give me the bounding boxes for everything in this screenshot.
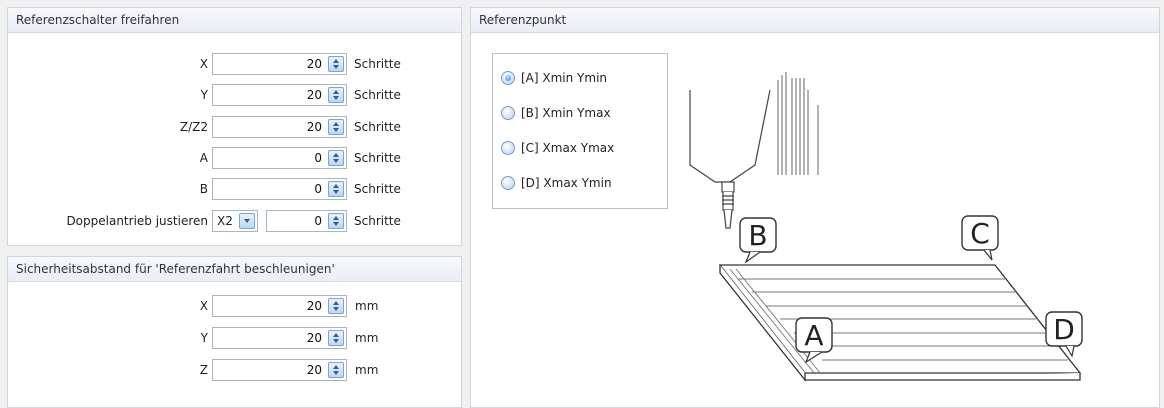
label-a: A xyxy=(199,151,208,165)
unit-mm: mm xyxy=(355,299,379,313)
doppelantrieb-axis-select[interactable]: X2 xyxy=(212,210,258,232)
spin-safety-y-value: 20 xyxy=(306,331,322,345)
reference-point-options: [A] Xmin Ymin [B] Xmin Ymax [C] Xmax Yma… xyxy=(492,53,668,209)
doppelantrieb-axis-value: X2 xyxy=(217,214,233,228)
spin-safety-z-value: 20 xyxy=(306,363,322,377)
unit-mm: mm xyxy=(355,331,379,345)
radio-label-a: [A] Xmin Ymin xyxy=(521,71,608,85)
radio-icon[interactable] xyxy=(501,176,515,190)
spin-a-value: 0 xyxy=(314,151,322,165)
radio-icon[interactable] xyxy=(501,106,515,120)
marker-d-label: D xyxy=(1053,313,1075,346)
machine-illustration: B C A D xyxy=(689,72,1083,382)
spin-updown-icon[interactable] xyxy=(328,298,344,314)
spin-updown-icon[interactable] xyxy=(328,330,344,346)
radio-icon[interactable] xyxy=(501,71,515,85)
spin-y[interactable]: 20 xyxy=(212,84,347,106)
label-z: Z xyxy=(199,363,208,377)
label-z: Z/Z2 xyxy=(179,120,208,134)
label-x: X xyxy=(199,299,208,313)
label-y: Y xyxy=(200,331,208,345)
radio-label-d: [D] Xmax Ymin xyxy=(521,176,612,190)
spin-b[interactable]: 0 xyxy=(212,178,347,200)
spin-safety-y[interactable]: 20 xyxy=(212,327,347,349)
marker-c: C xyxy=(961,215,999,261)
unit-y: Schritte xyxy=(354,88,401,102)
spin-a[interactable]: 0 xyxy=(212,147,347,169)
spin-doppelantrieb[interactable]: 0 xyxy=(266,210,347,232)
spin-x-value: 20 xyxy=(306,57,322,71)
group-title: Sicherheitsabstand für 'Referenzfahrt be… xyxy=(8,257,461,282)
marker-b-label: B xyxy=(748,219,767,252)
unit-a: Schritte xyxy=(354,151,401,165)
unit-x: Schritte xyxy=(354,57,401,71)
spin-z[interactable]: 20 xyxy=(212,116,347,138)
label-y: Y xyxy=(200,88,208,102)
spin-updown-icon[interactable] xyxy=(328,213,344,229)
spin-y-value: 20 xyxy=(306,88,322,102)
spin-updown-icon[interactable] xyxy=(328,119,344,135)
spin-safety-x-value: 20 xyxy=(306,299,322,313)
unit-mm: mm xyxy=(355,363,379,377)
group-title: Referenzschalter freifahren xyxy=(8,8,461,33)
spin-safety-z[interactable]: 20 xyxy=(212,359,347,381)
spindle-tool xyxy=(689,89,771,229)
spin-updown-icon[interactable] xyxy=(328,87,344,103)
spin-updown-icon[interactable] xyxy=(328,56,344,72)
spin-updown-icon[interactable] xyxy=(328,181,344,197)
radio-icon[interactable] xyxy=(501,141,515,155)
spin-safety-x[interactable]: 20 xyxy=(212,295,347,317)
group-sicherheitsabstand: Sicherheitsabstand für 'Referenzfahrt be… xyxy=(7,256,462,408)
label-b: B xyxy=(199,182,208,196)
unit-doppelantrieb: Schritte xyxy=(354,214,401,228)
gantry-column xyxy=(777,72,819,175)
spin-updown-icon[interactable] xyxy=(328,362,344,378)
spin-doppelantrieb-value: 0 xyxy=(314,214,322,228)
marker-b: B xyxy=(739,217,777,264)
group-referenzschalter-freifahren: Referenzschalter freifahren X 20 Schritt… xyxy=(7,7,462,246)
marker-a-label: A xyxy=(804,319,823,352)
spin-updown-icon[interactable] xyxy=(328,150,344,166)
spin-b-value: 0 xyxy=(314,182,322,196)
unit-z: Schritte xyxy=(354,120,401,134)
radio-label-b: [B] Xmin Ymax xyxy=(521,106,611,120)
group-title: Referenzpunkt xyxy=(471,8,1159,33)
machine-table xyxy=(718,264,1082,382)
unit-b: Schritte xyxy=(354,182,401,196)
radio-label-c: [C] Xmax Ymax xyxy=(521,141,615,155)
marker-c-label: C xyxy=(970,217,990,250)
label-x: X xyxy=(199,57,208,71)
spin-z-value: 20 xyxy=(306,120,322,134)
label-doppelantrieb: Doppelantrieb justieren xyxy=(66,214,208,228)
chevron-down-icon[interactable] xyxy=(239,213,255,229)
spin-x[interactable]: 20 xyxy=(212,53,347,75)
